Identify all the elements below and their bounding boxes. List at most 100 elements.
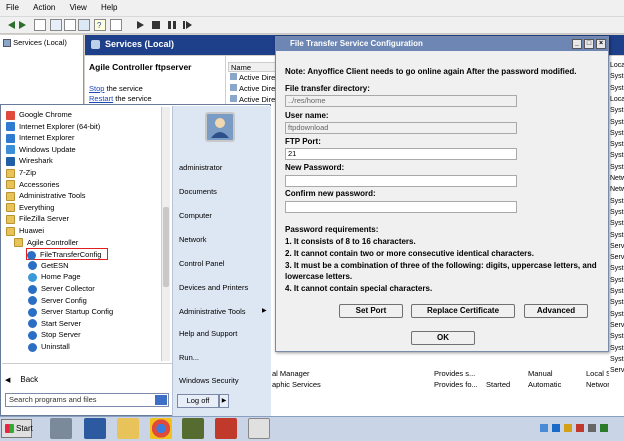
agile-program-item[interactable]: Start Server — [28, 318, 158, 330]
program-item[interactable]: 7-Zip — [6, 167, 161, 179]
restart-service-link[interactable]: Restart — [89, 94, 113, 103]
forward-icon[interactable] — [18, 19, 30, 31]
tray-app-icon[interactable] — [552, 424, 560, 432]
start-button[interactable]: Start — [1, 419, 33, 438]
start-menu: Google Chrome Internet Explorer (64-bit) I… — [0, 104, 271, 416]
start-right-item[interactable]: Windows Security — [179, 376, 239, 385]
replace-certificate-button[interactable]: Replace Certificate — [411, 304, 515, 318]
search-icon[interactable] — [155, 395, 167, 405]
program-item[interactable]: Internet Explorer — [6, 132, 161, 144]
program-item[interactable]: Everything — [6, 202, 161, 214]
program-item[interactable]: Wireshark — [6, 155, 161, 167]
programs-scrollbar[interactable] — [161, 107, 170, 361]
refresh-icon[interactable] — [64, 19, 76, 31]
cmd-icon[interactable] — [182, 418, 204, 439]
service-row[interactable]: Active Dire — [230, 73, 275, 83]
properties-icon[interactable] — [50, 19, 62, 31]
agile-program-item[interactable]: Server Startup Config — [28, 306, 158, 318]
view-icon[interactable] — [110, 19, 122, 31]
volume-icon[interactable] — [588, 424, 596, 432]
program-item[interactable]: Windows Update — [6, 144, 161, 156]
windows-logo-icon — [5, 424, 14, 433]
menu-bar: File Action View Help — [0, 0, 624, 17]
start-right-item[interactable]: administrator — [179, 163, 222, 172]
program-item[interactable]: Google Chrome — [6, 109, 161, 121]
play-icon[interactable] — [134, 19, 146, 31]
program-item[interactable]: FileZilla Server — [6, 213, 161, 225]
set-port-button[interactable]: Set Port — [339, 304, 403, 318]
menu-help[interactable]: Help — [95, 0, 123, 12]
tray-alert-icon[interactable] — [576, 424, 584, 432]
start-right-item[interactable]: Run... — [179, 353, 199, 362]
service-row[interactable]: al Manager Provides s... Manual Local Sy… — [272, 369, 622, 379]
dialog-note: Note: Anyoffice Client needs to go onlin… — [285, 67, 577, 76]
start-right-item[interactable]: Administrative Tools — [179, 307, 246, 316]
agile-controller-folder[interactable]: Agile Controller — [14, 237, 169, 249]
stop-service-line: Stop the service — [89, 84, 143, 93]
file-transfer-config-dialog: File Transfer Service Configuration _ □ … — [275, 36, 609, 352]
agile-program-item[interactable]: Home Page — [28, 271, 158, 283]
selected-service-name: Agile Controller ftpserver — [89, 62, 192, 72]
service-row[interactable]: Active Dire — [230, 84, 275, 94]
column-header-name[interactable]: Name — [228, 62, 278, 72]
program-item[interactable]: Internet Explorer (64-bit) — [6, 121, 161, 133]
port-field[interactable]: 21 — [285, 148, 517, 160]
agile-program-item[interactable]: Stop Server — [28, 329, 158, 341]
pause-icon[interactable] — [166, 19, 178, 31]
port-label: FTP Port: — [285, 137, 321, 146]
agile-program-item[interactable]: Server Config — [28, 295, 158, 307]
start-right-item[interactable]: Devices and Printers — [179, 283, 248, 292]
agile-program-item[interactable]: GetESN — [28, 260, 158, 272]
java-icon[interactable] — [248, 418, 270, 439]
shutdown-options-icon[interactable]: ▶ — [219, 394, 229, 408]
start-right-item[interactable]: Help and Support — [179, 329, 237, 338]
service-row[interactable]: aphic Services Provides fo... Started Au… — [272, 380, 622, 390]
user-field: ftpdownload — [285, 122, 517, 134]
program-item[interactable]: Administrative Tools — [6, 190, 161, 202]
back-button[interactable]: ◀ Back — [5, 375, 38, 384]
logon-cell: Syste — [610, 299, 624, 307]
console-icon[interactable] — [34, 19, 46, 31]
menu-file[interactable]: File — [0, 0, 25, 12]
menu-action[interactable]: Action — [27, 0, 61, 12]
agile-program-item[interactable]: Server Collector — [28, 283, 158, 295]
start-right-item[interactable]: Computer — [179, 211, 212, 220]
start-right-item[interactable]: Network — [179, 235, 207, 244]
logon-cell: Syste — [610, 163, 624, 171]
close-button[interactable]: × — [596, 39, 606, 49]
program-item[interactable]: Accessories — [6, 179, 161, 191]
toolbox-icon[interactable] — [215, 418, 237, 439]
logon-cell: Syste — [610, 107, 624, 115]
stop-icon[interactable] — [150, 19, 162, 31]
security-icon[interactable] — [564, 424, 572, 432]
powershell-icon[interactable] — [84, 418, 106, 439]
requirement-3-cont: lowercase letters. — [285, 272, 353, 281]
search-programs-input[interactable]: Search programs and files — [5, 393, 169, 407]
log-off-button[interactable]: Log off — [177, 394, 219, 408]
program-item[interactable]: Huawei — [6, 225, 161, 237]
confirm-password-field[interactable] — [285, 201, 517, 213]
filetransferconfig-item[interactable]: FileTransferConfig — [26, 248, 108, 261]
maximize-button[interactable]: □ — [584, 39, 594, 49]
explorer-icon[interactable] — [117, 418, 139, 439]
start-right-item[interactable]: Control Panel — [179, 259, 224, 268]
tree-item-services[interactable]: Services (Local) — [3, 38, 67, 48]
dir-field: ../res/home — [285, 95, 517, 107]
minimize-button[interactable]: _ — [572, 39, 582, 49]
network-icon[interactable] — [540, 424, 548, 432]
flag-icon[interactable] — [600, 424, 608, 432]
ok-button[interactable]: OK — [411, 331, 475, 345]
restart-icon[interactable] — [182, 19, 194, 31]
agile-program-item[interactable]: Uninstall — [28, 341, 158, 353]
help-icon[interactable]: ? — [94, 19, 106, 31]
stop-service-link[interactable]: Stop — [89, 84, 104, 93]
start-right-item[interactable]: Documents — [179, 187, 217, 196]
server-manager-icon[interactable] — [50, 418, 72, 439]
chrome-icon[interactable] — [150, 418, 172, 439]
gear-icon — [91, 40, 100, 49]
advanced-button[interactable]: Advanced — [524, 304, 588, 318]
new-password-field[interactable] — [285, 175, 517, 187]
menu-view[interactable]: View — [64, 0, 93, 12]
export-icon[interactable] — [78, 19, 90, 31]
back-icon[interactable] — [4, 19, 16, 31]
